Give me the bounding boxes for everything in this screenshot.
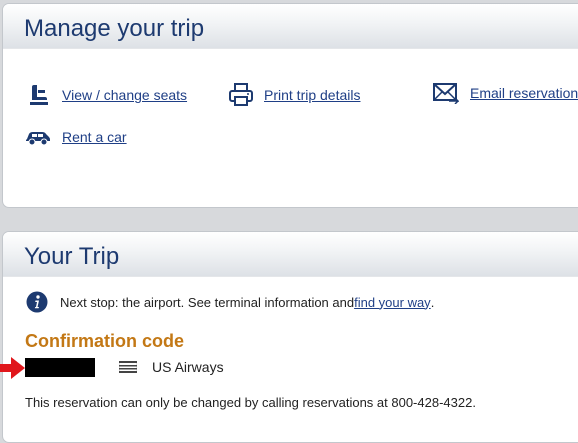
your-trip-title: Your Trip bbox=[24, 243, 120, 270]
confirmation-row: US Airways bbox=[3, 356, 224, 378]
print-trip-details-link[interactable]: Print trip details bbox=[264, 87, 360, 103]
seat-icon bbox=[30, 85, 48, 105]
manage-trip-title: Manage your trip bbox=[24, 15, 205, 42]
rent-a-car-link[interactable]: Rent a car bbox=[62, 129, 127, 145]
print-trip-details-action[interactable]: Print trip details bbox=[228, 82, 360, 108]
red-arrow-icon bbox=[0, 357, 25, 379]
airport-info-row: Next stop: the airport. See terminal inf… bbox=[26, 291, 434, 313]
rent-a-car-action[interactable]: Rent a car bbox=[25, 128, 127, 146]
email-reservation-link[interactable]: Email reservation bbox=[470, 85, 578, 101]
view-change-seats-action[interactable]: View / change seats bbox=[25, 82, 187, 108]
confirmation-code-label: Confirmation code bbox=[25, 331, 185, 351]
us-airways-flag-icon bbox=[119, 361, 137, 373]
airline-name: US Airways bbox=[152, 359, 224, 375]
car-icon bbox=[26, 132, 50, 146]
your-trip-panel: Your Trip Next stop: the airport. See te… bbox=[2, 231, 578, 443]
redacted-confirmation-code bbox=[25, 357, 95, 377]
info-icon bbox=[26, 291, 48, 313]
envelope-icon bbox=[433, 83, 459, 104]
manage-trip-panel: Manage your trip View / change seats Pri… bbox=[2, 3, 578, 208]
reservation-change-note: This reservation can only be changed by … bbox=[25, 395, 476, 410]
airport-info-end: . bbox=[430, 294, 435, 310]
printer-icon bbox=[229, 83, 253, 106]
view-change-seats-link[interactable]: View / change seats bbox=[62, 87, 187, 103]
email-reservation-action[interactable]: Email reservation bbox=[433, 82, 578, 104]
airport-info-text: Next stop: the airport. See terminal inf… bbox=[60, 294, 355, 310]
find-your-way-link[interactable]: find your way bbox=[354, 295, 431, 310]
